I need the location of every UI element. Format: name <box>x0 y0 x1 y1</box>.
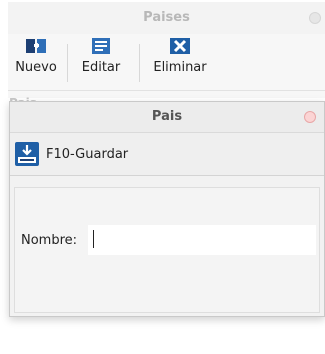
text-caret <box>93 230 94 248</box>
toolbar-separator <box>67 44 68 82</box>
guardar-label: F10-Guardar <box>46 146 129 162</box>
toolbar-separator <box>139 44 140 82</box>
pais-toolbar: F10-Guardar <box>10 133 324 176</box>
pais-dialog-title: Pais <box>151 109 183 124</box>
new-record-icon <box>26 39 46 53</box>
paises-window-title: Paises <box>143 10 190 25</box>
nombre-input[interactable] <box>88 225 316 255</box>
pais-titlebar: Pais <box>10 102 324 133</box>
toolbar-divider <box>8 90 325 91</box>
paises-titlebar: Paises <box>8 2 325 34</box>
form-panel: Nombre: <box>14 187 320 313</box>
edit-record-icon <box>92 38 110 54</box>
eliminar-button[interactable]: Eliminar <box>145 36 215 86</box>
delete-record-icon <box>170 38 190 54</box>
eliminar-label: Eliminar <box>153 60 207 75</box>
window-control-dot-icon[interactable] <box>309 12 321 24</box>
editar-button[interactable]: Editar <box>70 36 132 86</box>
nombre-label: Nombre: <box>21 233 78 248</box>
save-download-icon <box>15 142 39 166</box>
guardar-button[interactable]: F10-Guardar <box>14 139 128 169</box>
nuevo-label: Nuevo <box>15 60 57 75</box>
editar-label: Editar <box>81 60 121 75</box>
paises-window: Paises Nuevo Editar Eliminar <box>8 2 325 98</box>
close-icon[interactable] <box>304 111 316 123</box>
pais-dialog: Pais F10-Guardar Nombre: <box>9 101 325 317</box>
nuevo-button[interactable]: Nuevo <box>10 36 62 86</box>
